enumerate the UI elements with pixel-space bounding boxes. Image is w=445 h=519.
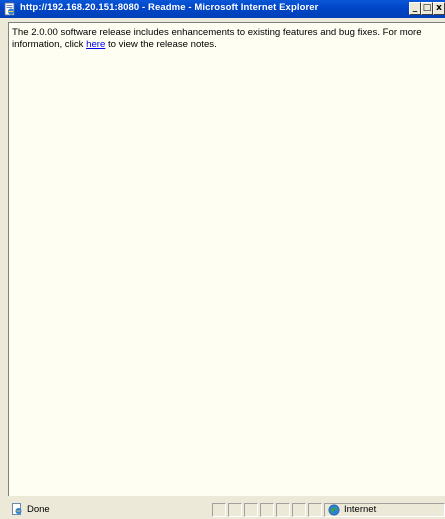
release-notes-link[interactable]: here — [86, 39, 105, 50]
status-bar: Done Internet — [8, 500, 445, 519]
maximize-button[interactable]: □ — [421, 2, 433, 15]
readme-text-before: The 2.0.00 software release includes enh… — [12, 27, 422, 50]
minimize-icon: _ — [412, 3, 418, 13]
status-pane — [244, 503, 258, 517]
zone-pane — [324, 503, 445, 517]
status-pane — [260, 503, 274, 517]
window-title: http://192.168.20.151:8080 - Readme - Mi… — [20, 2, 319, 13]
status-pane — [228, 503, 242, 517]
globe-icon — [328, 504, 340, 516]
status-pane — [308, 503, 322, 517]
status-pane — [212, 503, 226, 517]
close-icon: x — [436, 3, 442, 13]
page-done-icon — [12, 503, 22, 515]
maximize-icon: □ — [422, 3, 432, 13]
status-pane — [276, 503, 290, 517]
page-content — [8, 22, 445, 496]
zone-label: Internet — [344, 504, 377, 515]
ie-page-icon — [4, 2, 15, 16]
close-button[interactable]: x — [433, 2, 445, 15]
readme-text: The 2.0.00 software release includes enh… — [12, 27, 432, 51]
status-text: Done — [27, 504, 50, 515]
readme-text-after: to view the release notes. — [105, 39, 217, 50]
title-bar[interactable]: http://192.168.20.151:8080 - Readme - Mi… — [0, 0, 445, 18]
browser-window: http://192.168.20.151:8080 - Readme - Mi… — [0, 0, 445, 519]
minimize-button[interactable]: _ — [409, 2, 421, 15]
status-pane — [292, 503, 306, 517]
